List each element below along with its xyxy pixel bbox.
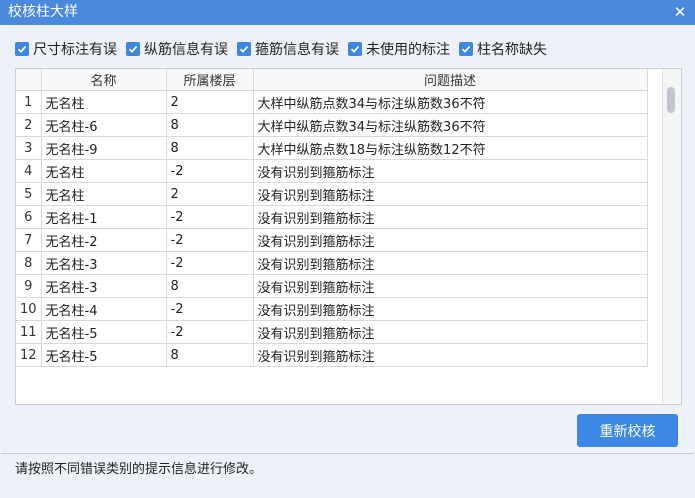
row-index: 8 bbox=[16, 251, 42, 275]
row-index: 9 bbox=[16, 274, 42, 298]
cell-floor: 2 bbox=[165, 182, 254, 206]
table-row[interactable]: 1 无名柱 2 大样中纵筋点数34与标注纵筋数36不符 bbox=[16, 90, 648, 114]
cell-description: 没有识别到箍筋标注 bbox=[252, 228, 648, 252]
table-row[interactable]: 8 无名柱-3 -2 没有识别到箍筋标注 bbox=[16, 251, 648, 275]
table-row[interactable]: 10 无名柱-4 -2 没有识别到箍筋标注 bbox=[16, 297, 648, 321]
cell-description: 没有识别到箍筋标注 bbox=[252, 274, 648, 298]
checkbox-checked-icon[interactable] bbox=[126, 42, 140, 56]
row-index: 5 bbox=[16, 182, 42, 206]
cell-floor: 8 bbox=[165, 343, 254, 367]
column-header-floor[interactable]: 所属楼层 bbox=[165, 69, 254, 91]
title-bar: 校核柱大样 ✕ bbox=[0, 0, 695, 25]
row-index: 10 bbox=[16, 297, 42, 321]
table-row[interactable]: 9 无名柱-3 8 没有识别到箍筋标注 bbox=[16, 274, 648, 298]
cell-name: 无名柱 bbox=[40, 90, 167, 114]
row-index: 6 bbox=[16, 205, 42, 229]
row-index: 4 bbox=[16, 159, 42, 183]
cell-floor: 8 bbox=[165, 113, 254, 137]
filter-dimension-error[interactable]: 尺寸标注有误 bbox=[15, 39, 117, 59]
scrollbar-thumb[interactable] bbox=[667, 87, 675, 113]
cell-name: 无名柱-5 bbox=[40, 320, 167, 344]
footer-divider bbox=[1, 453, 694, 454]
cell-description: 没有识别到箍筋标注 bbox=[252, 320, 648, 344]
table-row[interactable]: 3 无名柱-9 8 大样中纵筋点数18与标注纵筋数12不符 bbox=[16, 136, 648, 160]
cell-description: 没有识别到箍筋标注 bbox=[252, 297, 648, 321]
table-row[interactable]: 4 无名柱 -2 没有识别到箍筋标注 bbox=[16, 159, 648, 183]
cell-name: 无名柱 bbox=[40, 159, 167, 183]
cell-name: 无名柱-9 bbox=[40, 136, 167, 160]
checkbox-checked-icon[interactable] bbox=[237, 42, 251, 56]
table-row[interactable]: 6 无名柱-1 -2 没有识别到箍筋标注 bbox=[16, 205, 648, 229]
cell-floor: 8 bbox=[165, 274, 254, 298]
row-index: 12 bbox=[16, 343, 42, 367]
column-header-description[interactable]: 问题描述 bbox=[252, 69, 648, 91]
checkbox-checked-icon[interactable] bbox=[459, 42, 473, 56]
table-header: 名称 所属楼层 问题描述 bbox=[16, 69, 648, 91]
table-row[interactable]: 12 无名柱-5 8 没有识别到箍筋标注 bbox=[16, 343, 648, 367]
filter-label: 柱名称缺失 bbox=[477, 42, 547, 58]
cell-name: 无名柱-3 bbox=[40, 274, 167, 298]
table-row[interactable]: 2 无名柱-6 8 大样中纵筋点数34与标注纵筋数36不符 bbox=[16, 113, 648, 137]
issue-table: 名称 所属楼层 问题描述 1 无名柱 2 大样中纵筋点数34与标注纵筋数36不符… bbox=[15, 68, 682, 405]
cell-description: 没有识别到箍筋标注 bbox=[252, 343, 648, 367]
row-index: 7 bbox=[16, 228, 42, 252]
filter-label: 尺寸标注有误 bbox=[33, 42, 117, 58]
table-row[interactable]: 11 无名柱-5 -2 没有识别到箍筋标注 bbox=[16, 320, 648, 344]
cell-name: 无名柱 bbox=[40, 182, 167, 206]
filter-missing-name[interactable]: 柱名称缺失 bbox=[459, 39, 547, 59]
filter-stirrup-error[interactable]: 箍筋信息有误 bbox=[237, 39, 339, 59]
cell-description: 没有识别到箍筋标注 bbox=[252, 205, 648, 229]
recheck-button[interactable]: 重新校核 bbox=[577, 414, 678, 447]
table-row[interactable]: 7 无名柱-2 -2 没有识别到箍筋标注 bbox=[16, 228, 648, 252]
cell-description: 大样中纵筋点数34与标注纵筋数36不符 bbox=[252, 90, 648, 114]
filter-label: 箍筋信息有误 bbox=[255, 42, 339, 58]
cell-floor: -2 bbox=[165, 228, 254, 252]
window-title: 校核柱大样 bbox=[8, 4, 78, 20]
cell-floor: -2 bbox=[165, 205, 254, 229]
row-index: 11 bbox=[16, 320, 42, 344]
cell-description: 没有识别到箍筋标注 bbox=[252, 159, 648, 183]
filter-label: 纵筋信息有误 bbox=[144, 42, 228, 58]
cell-name: 无名柱-1 bbox=[40, 205, 167, 229]
cell-name: 无名柱-6 bbox=[40, 113, 167, 137]
cell-floor: -2 bbox=[165, 297, 254, 321]
cell-description: 没有识别到箍筋标注 bbox=[252, 182, 648, 206]
filter-longitudinal-error[interactable]: 纵筋信息有误 bbox=[126, 39, 228, 59]
close-icon[interactable]: ✕ bbox=[665, 0, 695, 25]
cell-floor: 8 bbox=[165, 136, 254, 160]
cell-name: 无名柱-3 bbox=[40, 251, 167, 275]
cell-name: 无名柱-4 bbox=[40, 297, 167, 321]
cell-floor: 2 bbox=[165, 90, 254, 114]
cell-description: 大样中纵筋点数34与标注纵筋数36不符 bbox=[252, 113, 648, 137]
filter-unused-annotation[interactable]: 未使用的标注 bbox=[348, 39, 450, 59]
row-index: 3 bbox=[16, 136, 42, 160]
cell-name: 无名柱-5 bbox=[40, 343, 167, 367]
column-header-name[interactable]: 名称 bbox=[40, 69, 167, 91]
cell-description: 大样中纵筋点数18与标注纵筋数12不符 bbox=[252, 136, 648, 160]
cell-description: 没有识别到箍筋标注 bbox=[252, 251, 648, 275]
column-header-index bbox=[16, 69, 42, 91]
row-index: 1 bbox=[16, 90, 42, 114]
footer-hint: 请按照不同错误类别的提示信息进行修改。 bbox=[15, 462, 263, 477]
vertical-scrollbar[interactable] bbox=[662, 69, 681, 404]
cell-floor: -2 bbox=[165, 320, 254, 344]
checkbox-checked-icon[interactable] bbox=[348, 42, 362, 56]
row-index: 2 bbox=[16, 113, 42, 137]
cell-floor: -2 bbox=[165, 251, 254, 275]
checkbox-checked-icon[interactable] bbox=[15, 42, 29, 56]
cell-name: 无名柱-2 bbox=[40, 228, 167, 252]
filter-bar: 尺寸标注有误 纵筋信息有误 箍筋信息有误 未使用的标注 柱名称缺失 bbox=[15, 39, 556, 59]
filter-label: 未使用的标注 bbox=[366, 42, 450, 58]
cell-floor: -2 bbox=[165, 159, 254, 183]
table-row[interactable]: 5 无名柱 2 没有识别到箍筋标注 bbox=[16, 182, 648, 206]
